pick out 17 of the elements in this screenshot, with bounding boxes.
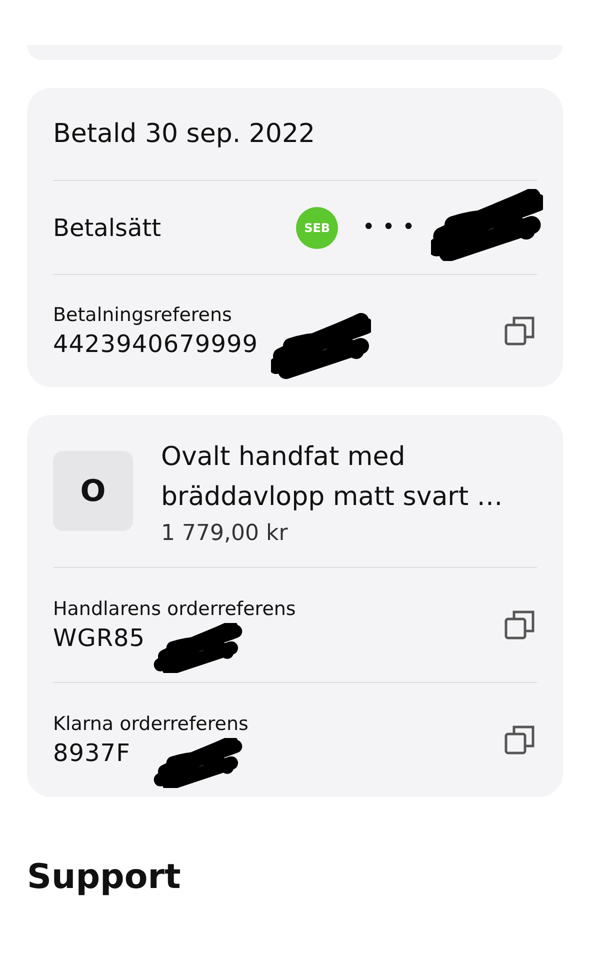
reference-value: 4423940679999 xyxy=(53,330,258,358)
item-price: 1 779,00 kr xyxy=(161,520,289,546)
section-heading: Support xyxy=(27,857,182,897)
reference-value: WGR85 xyxy=(53,624,146,652)
reference-label: Handlarens orderreferens xyxy=(53,598,297,620)
masked-account: • • • xyxy=(362,215,415,240)
item-thumbnail: O xyxy=(53,451,133,531)
item-name: Ovalt handfat med bräddavlopp matt svart … xyxy=(161,440,504,514)
payment-status: Betald 30 sep. 2022 xyxy=(53,119,316,149)
bank-logo: SEB xyxy=(296,206,338,248)
reference-label: Klarna orderreferens xyxy=(53,713,250,735)
reference-label: Betalningsreferens xyxy=(53,304,233,326)
copy-icon[interactable] xyxy=(503,723,537,757)
copy-icon[interactable] xyxy=(503,608,537,642)
reference-value: 8937F xyxy=(53,739,130,767)
copy-icon[interactable] xyxy=(503,314,537,348)
payment-method-label: Betalsätt xyxy=(53,214,162,242)
